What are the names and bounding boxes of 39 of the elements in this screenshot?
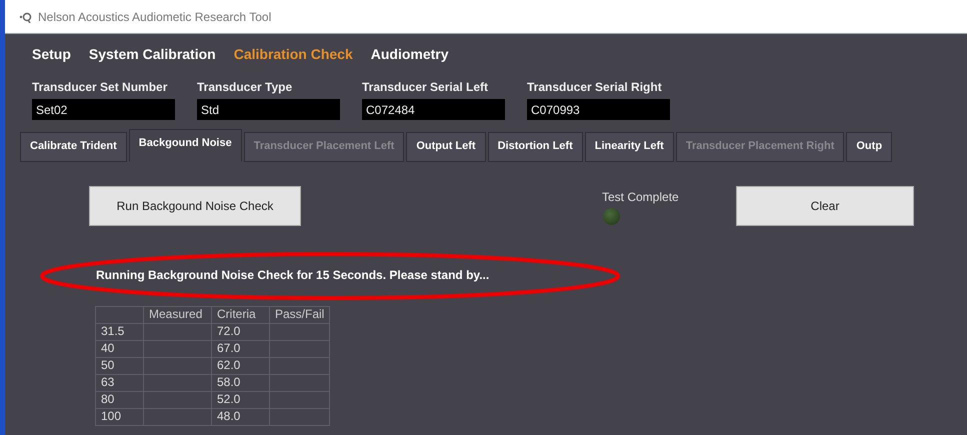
indicator-label: Test Complete xyxy=(602,188,679,206)
field-label: Transducer Type xyxy=(197,79,294,96)
menu-item[interactable]: Audiometry xyxy=(370,44,449,65)
tab[interactable]: Distortion Left xyxy=(488,132,583,162)
text-field[interactable]: C070993 xyxy=(527,99,670,120)
table-cell: 52.0 xyxy=(212,391,270,408)
table-cell: 31.5 xyxy=(96,323,144,340)
field-label: Transducer Set Number xyxy=(32,79,168,96)
table-cell: 48.0 xyxy=(212,408,270,425)
menu-item[interactable]: Setup xyxy=(32,44,71,65)
tab[interactable]: Calibrate Trident xyxy=(20,132,127,162)
table-cell: 58.0 xyxy=(212,374,270,391)
table-cell: 100 xyxy=(96,408,144,425)
tab[interactable]: Outp xyxy=(846,132,892,162)
menu-item[interactable]: System Calibration xyxy=(88,44,216,65)
table-cell: 80 xyxy=(96,391,144,408)
text-field[interactable]: Set02 xyxy=(32,99,175,120)
run-check-button[interactable]: Run Backgound Noise Check xyxy=(89,186,301,226)
table-cell: 67.0 xyxy=(212,340,270,357)
text-field[interactable]: C072484 xyxy=(362,99,505,120)
table-cell: 50 xyxy=(96,357,144,374)
app-logo-icon xyxy=(19,10,33,22)
menu-item[interactable]: Calibration Check xyxy=(234,44,353,65)
table-cell: 40 xyxy=(96,340,144,357)
status-message: Running Background Noise Check for 15 Seconds. Please stand by... xyxy=(96,266,490,284)
field-label: Transducer Serial Right xyxy=(527,79,663,96)
text-field[interactable]: Std xyxy=(197,99,340,120)
tab[interactable]: Backgound Noise xyxy=(128,129,242,162)
tab[interactable]: Linearity Left xyxy=(584,132,674,162)
tab[interactable]: Output Left xyxy=(406,132,486,162)
window-title: Nelson Acoustics Audiometic Research Tool xyxy=(38,8,272,26)
clear-button[interactable]: Clear xyxy=(736,186,914,226)
column-header: Criteria xyxy=(212,306,270,323)
table-cell: 62.0 xyxy=(212,357,270,374)
table-cell: 63 xyxy=(96,374,144,391)
field-label: Transducer Serial Left xyxy=(362,79,490,96)
table-cell: 72.0 xyxy=(212,323,270,340)
column-header: Pass/Fail xyxy=(270,306,330,323)
column-header: Measured xyxy=(144,306,212,323)
